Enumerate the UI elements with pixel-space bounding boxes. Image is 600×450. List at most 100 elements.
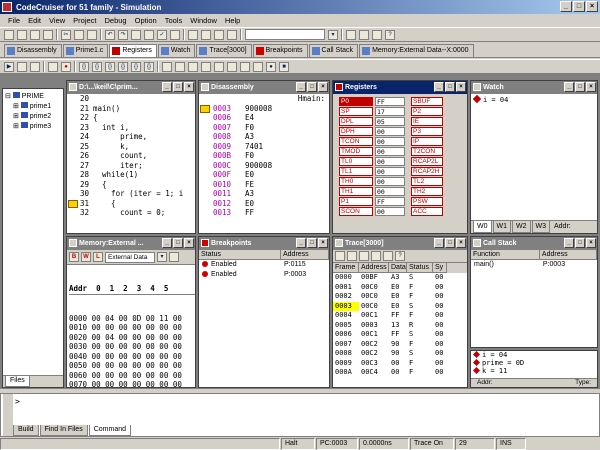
bookmark-icon[interactable] [201,29,211,40]
debug-start-icon[interactable] [188,29,198,40]
trace-col-header[interactable]: Data [389,263,407,273]
register-value[interactable]: FF [375,197,405,206]
run-icon[interactable]: ▶ [4,61,14,72]
view-watch-icon[interactable] [201,61,211,72]
maximize-button[interactable]: □ [573,1,585,12]
source-line[interactable]: 28 while(1) [69,170,195,180]
disasm-row[interactable]: 0013 FF [199,208,329,218]
source-close-button[interactable]: × [184,82,194,92]
memory-goto-icon[interactable] [169,252,179,262]
memory-close-button[interactable]: × [184,238,194,248]
registers-maximize-button[interactable]: □ [445,82,455,92]
disasm-row[interactable]: 0009 7401 [199,142,329,152]
step-out-icon[interactable]: {} [92,61,102,72]
source-minimize-button[interactable]: _ [162,82,172,92]
register-name[interactable]: P0 [339,97,373,106]
view-source-icon[interactable] [162,61,172,72]
source-line[interactable]: 30 for (iter = 1; i [69,189,195,199]
tab-memory[interactable]: Memory:External Data--X:0000 [359,44,474,57]
save-all-icon[interactable] [43,29,53,40]
register-name[interactable]: DPH [339,127,373,136]
register-name-2[interactable]: IE [411,117,443,126]
tab-prime1-c[interactable]: Prime1.c [62,44,109,57]
register-name-2[interactable]: TL2 [411,177,443,186]
source-code[interactable]: 20 21 main() 22{23 int i, 24 prime, 25 k, 26 c… [67,94,195,218]
step-icon[interactable]: {} [79,61,89,72]
disasm-row[interactable]: 000F E0 [199,170,329,180]
memory-row[interactable]: 0000 00 04 00 0D 00 11 00 [69,314,195,324]
disasm-maximize-button[interactable]: □ [307,82,317,92]
undo-icon[interactable]: ↶ [105,29,115,40]
toolbar-combo[interactable] [245,29,325,40]
disasm-minimize-button[interactable]: _ [296,82,306,92]
menu-project[interactable]: Project [69,16,100,25]
combo-dropdown-icon[interactable]: ▾ [328,29,338,40]
copy-icon[interactable] [74,29,84,40]
register-value[interactable]: 00 [375,127,405,136]
trace-col-header[interactable]: Frame [333,263,359,273]
disasm-row[interactable]: 0010 FE [199,180,329,190]
project-root[interactable]: ⊟ PRIME [5,92,61,102]
register-name[interactable]: P1 [339,197,373,206]
register-name-2[interactable]: P2 [411,107,443,116]
reset-icon[interactable] [48,61,58,72]
menu-edit[interactable]: Edit [24,16,45,25]
halt-icon[interactable]: ● [61,61,71,72]
project-file-prime1[interactable]: ⊞ prime1 [5,102,61,112]
register-name-2[interactable]: RCAP2L [411,157,443,166]
view-callstack-icon[interactable] [240,61,250,72]
memory-minimize-button[interactable]: _ [162,238,172,248]
help-icon[interactable]: ? [385,29,395,40]
register-name-2[interactable]: P3 [411,127,443,136]
memory-space-select[interactable]: External Data [105,251,155,263]
trace-row[interactable]: 0004 00C1 FF F 00 [333,311,467,321]
build-icon[interactable] [170,29,180,40]
register-name-2[interactable]: TH2 [411,187,443,196]
project-file-prime3[interactable]: ⊞ prime3 [5,122,61,132]
trace-col-header[interactable]: Status [407,263,433,273]
cut-icon[interactable]: ✂ [61,29,71,40]
register-name[interactable]: TH0 [339,177,373,186]
menu-help[interactable]: Help [221,16,244,25]
callstack-row[interactable]: main() P:0003 [471,260,597,269]
indent-icon[interactable] [227,29,237,40]
animate-icon[interactable]: {} [118,61,128,72]
register-name[interactable]: TMOD [339,147,373,156]
watch-minimize-button[interactable]: _ [564,82,574,92]
disasm-row[interactable]: 0006 E4 [199,113,329,123]
new-file-icon[interactable] [4,29,14,40]
watch-tab-w0[interactable]: W0 [473,221,492,233]
disasm-row[interactable]: 0008 A3 [199,132,329,142]
trace-close-button[interactable]: × [456,238,466,248]
memory-row[interactable]: 0070 00 00 00 00 00 00 00 [69,380,195,387]
view-registers-icon[interactable] [188,61,198,72]
instruction-step-icon[interactable]: {} [131,61,141,72]
find-icon[interactable] [131,29,141,40]
watch-entry[interactable]: i = 04 [471,94,597,106]
source-line[interactable]: 31 { [69,199,195,209]
register-name-2[interactable]: IP [411,137,443,146]
local-variable[interactable]: i = 04 [472,351,597,359]
register-value[interactable]: 00 [375,137,405,146]
registers-minimize-button[interactable]: _ [434,82,444,92]
source-line[interactable]: 24 prime, [69,132,195,142]
cs-maximize-button[interactable]: □ [575,238,585,248]
project-file-prime2[interactable]: ⊞ prime2 [5,112,61,122]
local-variable[interactable]: prime = 0D [472,358,597,367]
disasm-row[interactable]: 0003 900008 [199,104,329,114]
output-tab-build[interactable]: Build [13,425,39,436]
disasm-row[interactable]: 000B F0 [199,151,329,161]
trace-save-icon[interactable] [335,251,345,261]
zoom-icon[interactable] [359,29,369,40]
trace-find-icon[interactable] [359,251,369,261]
source-line[interactable]: 29 { [69,180,195,190]
bit-view-icon[interactable]: B [69,252,79,262]
register-name-2[interactable]: RCAP2H [411,167,443,176]
register-value[interactable]: FF [375,97,405,106]
minimize-button[interactable]: _ [560,1,572,12]
tab-watch[interactable]: Watch [157,44,196,57]
open-folder-icon[interactable] [17,29,27,40]
memory-rows[interactable]: 0000 00 04 00 0D 00 11 00 0010 00 00 00 0… [69,314,195,388]
source-line[interactable]: 21 main() [69,104,195,114]
memory-row[interactable]: 0030 00 00 00 00 00 00 00 [69,342,195,352]
